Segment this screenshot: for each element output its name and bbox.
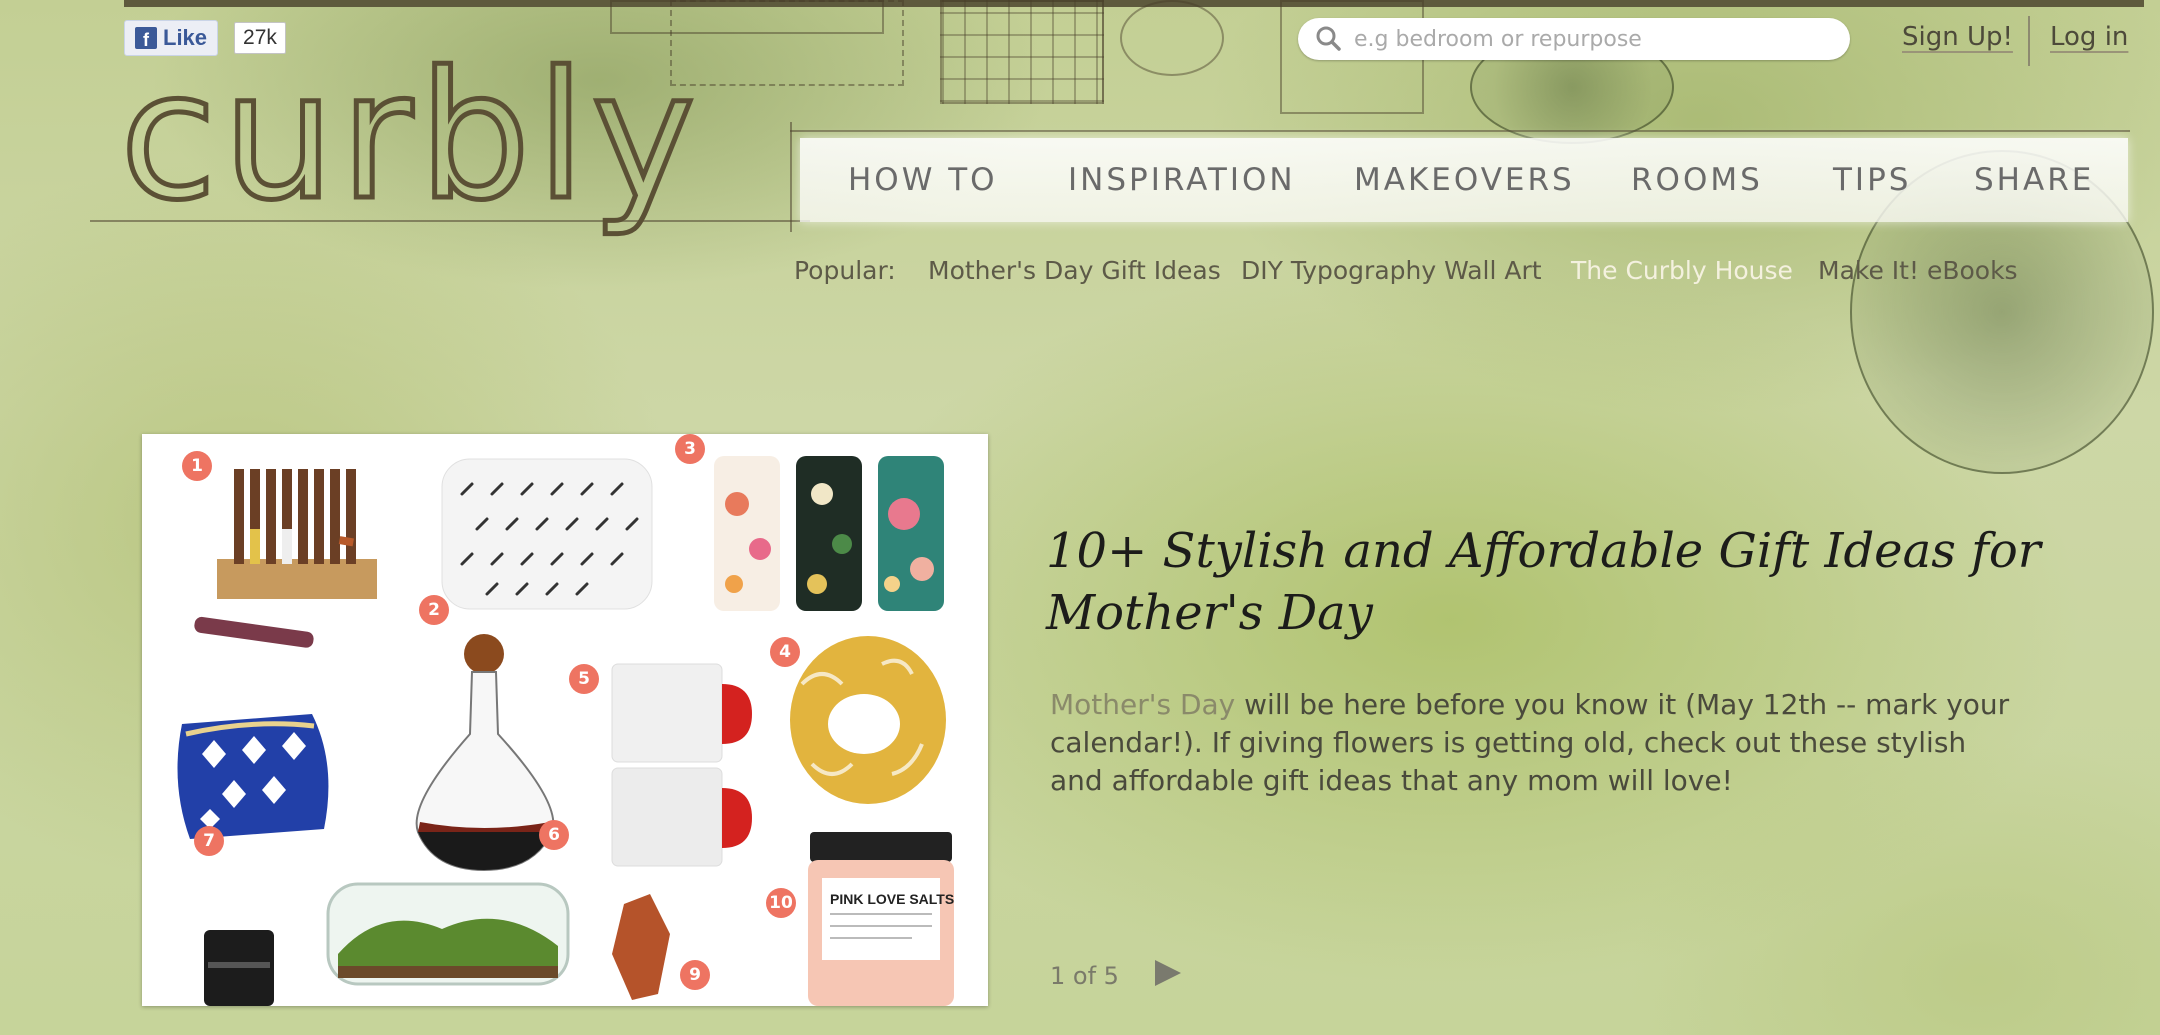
nav-inspiration[interactable]: INSPIRATION — [1068, 162, 1296, 198]
salts-label: PINK LOVE SALTS — [830, 891, 954, 907]
nav-tips[interactable]: TIPS — [1833, 162, 1911, 198]
item-number: 6 — [539, 820, 569, 850]
search-bar — [1298, 18, 1850, 60]
popular-link-typography[interactable]: DIY Typography Wall Art — [1241, 256, 1542, 285]
feature-image[interactable]: PINK LOVE SALTS 1 2 3 4 5 6 7 9 10 — [142, 434, 988, 1006]
item-number: 1 — [182, 451, 212, 481]
auth-divider — [2028, 16, 2030, 66]
nav-how-to[interactable]: HOW TO — [848, 162, 998, 198]
sketch-line — [790, 130, 2130, 132]
popular-link-mothers-day[interactable]: Mother's Day Gift Ideas — [928, 256, 1221, 285]
sketch-box — [670, 0, 904, 86]
mothers-day-link[interactable]: Mother's Day — [1050, 688, 1235, 721]
item-number: 10 — [766, 888, 796, 918]
item-number: 3 — [675, 434, 705, 464]
sketch-circle — [1120, 0, 1224, 76]
site-logo[interactable]: curbly — [117, 46, 697, 255]
nav-share[interactable]: SHARE — [1974, 162, 2094, 198]
sketch-grid — [940, 0, 1104, 104]
login-link[interactable]: Log in — [2050, 22, 2128, 52]
nav-rooms[interactable]: ROOMS — [1631, 162, 1763, 198]
popular-link-curbly-house[interactable]: The Curbly House — [1571, 256, 1793, 285]
item-number: 9 — [680, 960, 710, 990]
item-number: 5 — [569, 664, 599, 694]
popular-link-ebooks[interactable]: Make It! eBooks — [1818, 256, 2018, 285]
logo-text: curbly — [117, 34, 702, 239]
slide-counter: 1 of 5 — [1050, 962, 1119, 990]
nav-makeovers[interactable]: MAKEOVERS — [1354, 162, 1575, 198]
search-input[interactable] — [1352, 25, 1850, 53]
next-arrow-icon[interactable] — [1155, 960, 1181, 986]
top-bar — [124, 0, 2144, 7]
signup-link[interactable]: Sign Up! — [1902, 22, 2013, 52]
sketch-line — [790, 122, 792, 232]
item-number: 4 — [770, 637, 800, 667]
popular-label: Popular: — [794, 256, 896, 285]
search-icon — [1312, 22, 1346, 56]
main-nav: HOW TO INSPIRATION MAKEOVERS ROOMS TIPS … — [800, 138, 2128, 222]
gift-collage: PINK LOVE SALTS — [177, 456, 954, 1006]
feature-description: Mother's Day will be here before you kno… — [1050, 686, 2010, 800]
item-number: 7 — [194, 826, 224, 856]
item-number: 2 — [419, 595, 449, 625]
feature-headline[interactable]: 10+ Stylish and Affordable Gift Ideas fo… — [1046, 520, 2046, 644]
